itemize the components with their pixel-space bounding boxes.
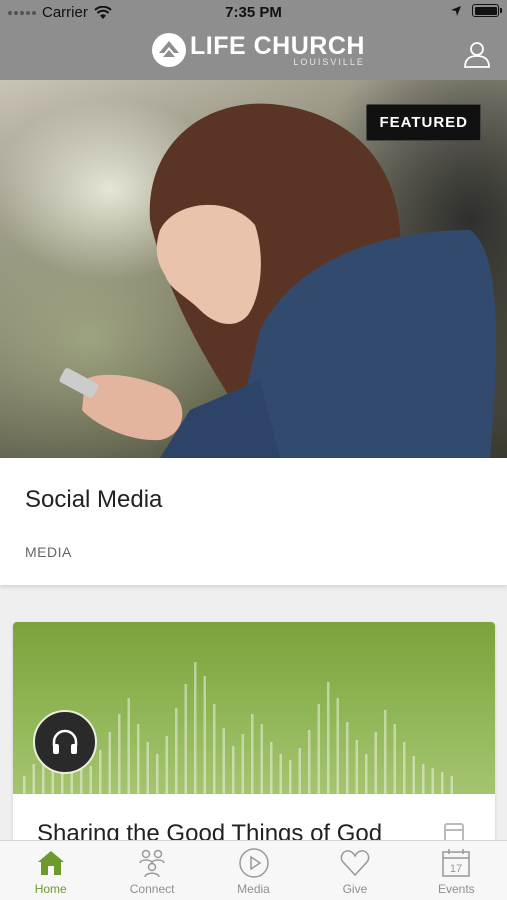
tab-connect-label: Connect [129, 882, 175, 896]
location-arrow-icon [451, 5, 461, 16]
waveform-bar [298, 748, 301, 794]
waveform-bar [374, 732, 377, 794]
tab-media-label: Media [237, 882, 270, 896]
waveform-bar [384, 710, 387, 794]
featured-hero-image[interactable]: FEATURED [0, 80, 507, 458]
waveform-bar [184, 684, 187, 794]
waveform-bar [89, 766, 92, 794]
waveform-bar [99, 750, 102, 794]
calendar-date: 17 [450, 863, 462, 875]
waveform-bar [137, 724, 140, 794]
tab-connect[interactable]: Connect [101, 841, 202, 900]
waveform-bar [327, 682, 330, 794]
waveform-bar [279, 754, 282, 794]
status-time: 7:35 PM [225, 4, 282, 21]
media-card-banner [13, 622, 495, 794]
tab-events[interactable]: 17 Events [406, 841, 507, 900]
waveform-bar [213, 704, 216, 794]
waveform-bar [431, 768, 434, 794]
waveform-bar [232, 746, 235, 794]
tab-home[interactable]: Home [0, 841, 101, 900]
waveform-bar [222, 728, 225, 794]
tab-give-label: Give [342, 882, 368, 896]
profile-icon[interactable] [463, 40, 491, 68]
tab-media[interactable]: Media [203, 841, 304, 900]
waveform-bar [393, 724, 396, 794]
brand-location: LOUISVILLE [293, 56, 365, 67]
waveform-bar [118, 714, 121, 794]
waveform-bar [127, 698, 130, 794]
waveform-bar [175, 708, 178, 794]
waveform-bar [146, 742, 149, 794]
battery-icon [472, 4, 502, 17]
status-bar: Carrier 7:35 PM [0, 0, 507, 26]
waveform-bar [365, 754, 368, 794]
play-icon [238, 848, 269, 878]
brand-logo[interactable]: LIFE CHURCH LOUISVILLE [152, 33, 365, 67]
waveform-bar [289, 760, 292, 794]
waveform-bar [450, 776, 453, 794]
waveform-bar [203, 676, 206, 794]
waveform-bar [336, 698, 339, 794]
media-card[interactable]: Sharing the Good Things of God [13, 622, 495, 862]
waveform-bar [260, 724, 263, 794]
heart-icon [340, 850, 370, 877]
waveform-bar [251, 714, 254, 794]
waveform-bar [23, 776, 26, 794]
waveform-bar [317, 704, 320, 794]
waveform-bar [32, 764, 35, 794]
waveform-bar [403, 742, 406, 794]
waveform-bar [194, 662, 197, 794]
tab-home-label: Home [34, 882, 67, 896]
waveform-bar [156, 754, 159, 794]
church-logo-icon [152, 33, 186, 67]
featured-card[interactable]: Social Media MEDIA [0, 458, 507, 585]
waveform-bar [412, 756, 415, 794]
waveform-bar [270, 742, 273, 794]
waveform-bar [355, 740, 358, 794]
headphones-icon [33, 710, 97, 774]
tab-bar: Home Connect Media Give 17 Events [0, 840, 507, 900]
audio-waveform [23, 662, 453, 794]
waveform-bar [308, 730, 311, 794]
waveform-bar [108, 732, 111, 794]
waveform-bar [422, 764, 425, 794]
featured-badge: FEATURED [366, 104, 481, 141]
waveform-bar [241, 734, 244, 794]
waveform-bar [346, 722, 349, 794]
app-header: Carrier 7:35 PM LIFE CHURCH LOUISVILLE [0, 0, 507, 80]
calendar-icon: 17 [442, 849, 471, 877]
waveform-bar [441, 772, 444, 794]
featured-card-title: Social Media [25, 486, 163, 513]
tab-give[interactable]: Give [304, 841, 405, 900]
tab-events-label: Events [437, 882, 475, 896]
featured-card-category: MEDIA [25, 544, 72, 560]
waveform-bar [165, 736, 168, 794]
connect-icon [139, 849, 165, 878]
home-icon [37, 851, 64, 875]
brand-name: LIFE CHURCH [190, 31, 365, 60]
